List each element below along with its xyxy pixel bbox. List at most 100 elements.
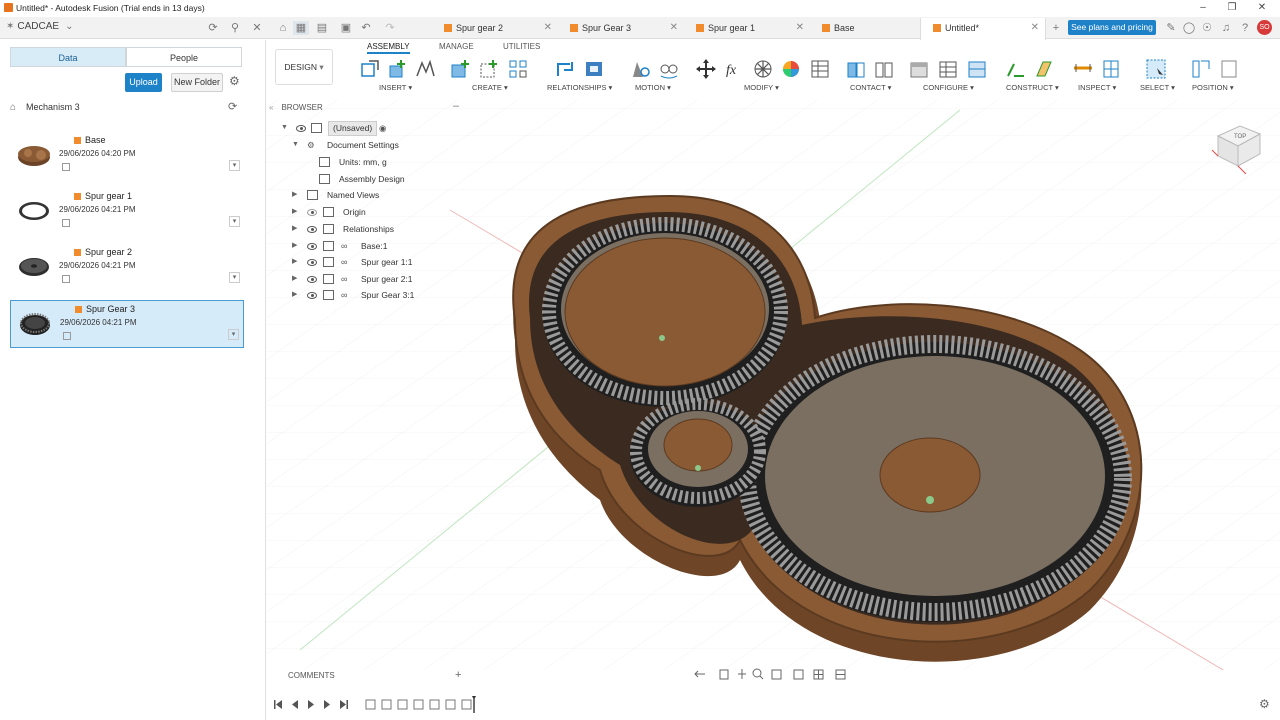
chevron-down-icon[interactable]: ▾: [228, 329, 239, 340]
search-icon[interactable]: ⚲: [227, 21, 243, 35]
skip-start-icon[interactable]: [274, 700, 282, 709]
spur-gear-3[interactable]: [630, 398, 766, 507]
tab-untitled[interactable]: Untitled* ✕: [920, 18, 1046, 40]
plans-button[interactable]: See plans and pricing: [1068, 20, 1156, 35]
enable-contact-icon[interactable]: [873, 58, 895, 80]
chevron-down-icon[interactable]: ▾: [229, 272, 240, 283]
redo-icon[interactable]: ↷: [382, 21, 398, 35]
drive-joints-icon[interactable]: [629, 58, 651, 80]
chevron-right-icon[interactable]: ▶: [292, 271, 297, 287]
chevron-right-icon[interactable]: ▶: [292, 204, 297, 220]
refresh-icon[interactable]: ⟳: [205, 21, 221, 35]
notifications-icon[interactable]: ♫: [1218, 21, 1234, 35]
create-pattern-icon[interactable]: [507, 58, 529, 80]
pan-icon[interactable]: [738, 669, 746, 679]
motion-menu[interactable]: MOTION ▾: [635, 83, 671, 92]
list-item[interactable]: Spur Gear 3 29/06/2026 04:21 PM ▾: [10, 300, 244, 348]
zoom-icon[interactable]: [752, 668, 764, 680]
change-parameters-icon[interactable]: fx: [724, 58, 746, 80]
tree-root[interactable]: ▼ (Unsaved) ◉: [267, 120, 467, 136]
joint-icon[interactable]: [554, 58, 576, 80]
fit-icon[interactable]: [771, 669, 782, 680]
tree-node-base[interactable]: ▶ ∞ Base:1: [267, 238, 467, 254]
help-icon[interactable]: ?: [1237, 21, 1253, 35]
chevron-down-icon[interactable]: ▾: [229, 160, 240, 171]
tab-utilities[interactable]: UTILITIES: [503, 42, 540, 51]
configuration-table-icon[interactable]: [937, 58, 959, 80]
tree-node-assembly-design[interactable]: Assembly Design: [267, 171, 467, 187]
position-menu[interactable]: POSITION ▾: [1192, 83, 1234, 92]
inspect-menu[interactable]: INSPECT ▾: [1078, 83, 1116, 92]
spur-gear-1[interactable]: [738, 335, 1132, 622]
close-tab-icon[interactable]: ✕: [796, 18, 804, 38]
visibility-icon[interactable]: [307, 226, 317, 233]
extensions-icon[interactable]: ✎: [1163, 21, 1179, 35]
workspace-switcher[interactable]: DESIGN ▾: [275, 49, 333, 85]
physical-material-icon[interactable]: [752, 58, 774, 80]
spur-gear-2[interactable]: [542, 217, 788, 407]
home-icon[interactable]: ⌂: [275, 21, 291, 35]
close-tab-icon[interactable]: ✕: [670, 18, 678, 38]
measure-icon[interactable]: [1072, 58, 1094, 80]
configure-menu[interactable]: CONFIGURE ▾: [923, 83, 974, 92]
offset-plane-icon[interactable]: [1004, 58, 1026, 80]
job-status-icon[interactable]: ◯: [1181, 21, 1197, 35]
insert-component-icon[interactable]: [386, 58, 408, 80]
gear-icon[interactable]: ⚙: [229, 74, 240, 88]
add-comment-icon[interactable]: +: [455, 669, 461, 681]
tab-spur-gear-1[interactable]: Spur gear 1 ✕: [684, 18, 810, 38]
create-menu[interactable]: CREATE ▾: [472, 83, 508, 92]
team-switcher[interactable]: ✶ CADCAE ⌄: [6, 21, 73, 32]
chevron-right-icon[interactable]: ▶: [292, 238, 297, 254]
contact-sets-icon[interactable]: [845, 58, 867, 80]
construct-menu[interactable]: CONSTRUCT ▾: [1006, 83, 1059, 92]
chevron-down-icon[interactable]: ▾: [229, 216, 240, 227]
list-item[interactable]: Spur gear 2 29/06/2026 04:21 PM ▾: [10, 244, 244, 292]
tab-manage[interactable]: MANAGE: [439, 42, 474, 51]
tree-node-relationships[interactable]: ▶ Relationships: [267, 221, 467, 237]
manage-materials-icon[interactable]: [809, 58, 831, 80]
new-folder-button[interactable]: New Folder: [171, 73, 223, 92]
minimize-browser-icon[interactable]: –: [453, 100, 459, 112]
insert-derive-icon[interactable]: [359, 58, 381, 80]
breadcrumb-project[interactable]: Mechanism 3: [26, 102, 80, 112]
insert-mesh-icon[interactable]: [414, 58, 436, 80]
viewports-icon[interactable]: [835, 669, 846, 680]
tree-node-document-settings[interactable]: ▼ ⚙ Document Settings: [267, 137, 467, 153]
tree-node-origin[interactable]: ▶ Origin: [267, 204, 467, 220]
interference-icon[interactable]: [1100, 58, 1122, 80]
step-forward-icon[interactable]: [324, 700, 330, 709]
select-icon[interactable]: [1145, 58, 1167, 80]
sync-icon[interactable]: ⟳: [228, 100, 237, 113]
capture-position-icon[interactable]: [1190, 58, 1212, 80]
settings-gear-icon[interactable]: ⚙: [1259, 697, 1270, 711]
tab-spur-gear-2[interactable]: Spur gear 2 ✕: [432, 18, 558, 38]
grid-icon[interactable]: ▦: [293, 21, 309, 35]
modify-menu[interactable]: MODIFY ▾: [744, 83, 779, 92]
avatar[interactable]: SO: [1257, 20, 1272, 35]
list-item[interactable]: Spur gear 1 29/06/2026 04:21 PM ▾: [10, 188, 244, 236]
visibility-icon[interactable]: [307, 243, 317, 250]
minimize-icon[interactable]: –: [1193, 2, 1213, 14]
display-settings-icon[interactable]: [793, 669, 804, 680]
upload-button[interactable]: Upload: [125, 73, 162, 92]
axis-icon[interactable]: [1033, 58, 1055, 80]
visibility-icon[interactable]: [307, 292, 317, 299]
activate-radio-icon[interactable]: ◉: [379, 120, 386, 136]
close-tab-icon[interactable]: ✕: [1031, 18, 1039, 38]
configure-icon[interactable]: [908, 58, 930, 80]
look-at-icon[interactable]: [719, 669, 729, 680]
close-panel-icon[interactable]: ✕: [249, 21, 265, 35]
chevron-down-icon[interactable]: ▼: [292, 137, 299, 153]
play-icon[interactable]: [308, 700, 314, 709]
file-menu-icon[interactable]: ▤: [314, 21, 330, 35]
contact-menu[interactable]: CONTACT ▾: [850, 83, 891, 92]
skip-end-icon[interactable]: [340, 700, 348, 709]
appearance-icon[interactable]: [780, 58, 802, 80]
tree-node-spur-gear-2[interactable]: ▶ ∞ Spur gear 2:1: [267, 271, 467, 287]
home-icon[interactable]: ⌂: [10, 102, 16, 113]
visibility-off-icon[interactable]: [307, 209, 317, 216]
chevron-down-icon[interactable]: ▼: [281, 120, 288, 136]
tab-spur-gear-3[interactable]: Spur Gear 3 ✕: [558, 18, 684, 38]
select-menu[interactable]: SELECT ▾: [1140, 83, 1175, 92]
